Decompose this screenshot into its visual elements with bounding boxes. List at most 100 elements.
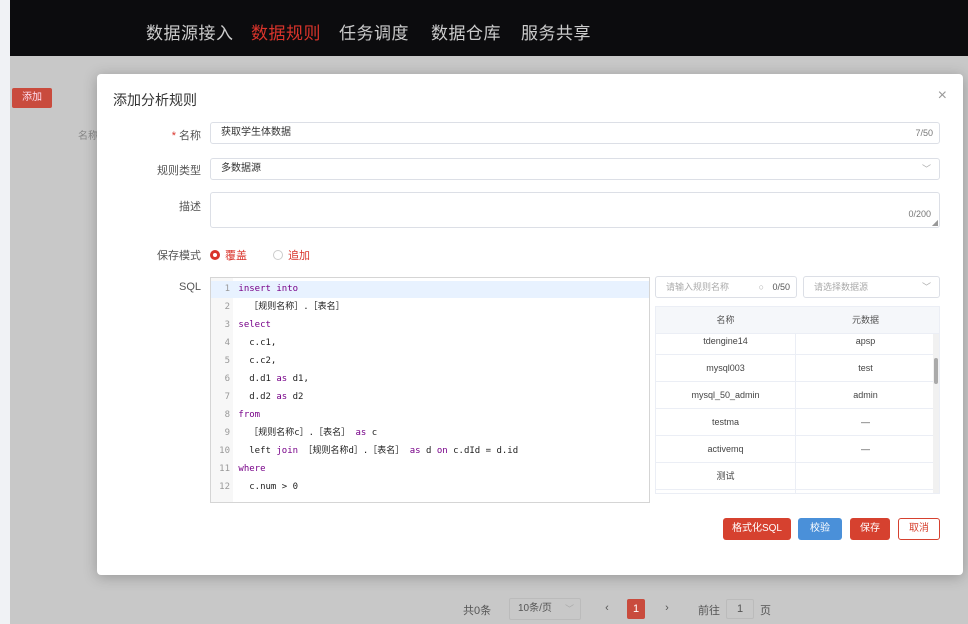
pagination-total: 共0条: [463, 605, 492, 617]
sql-keyword: join: [276, 446, 299, 456]
nav-item-data-warehouse[interactable]: 数据仓库: [431, 19, 501, 44]
column-header-name: 名称: [716, 315, 735, 325]
rule-name-search-input[interactable]: 请输入规则名称 ○ 0/50: [655, 276, 797, 298]
sql-keyword: select: [238, 320, 271, 330]
cell-metadata: admin: [853, 390, 878, 400]
radio-checked-icon: [210, 250, 220, 260]
format-sql-button[interactable]: 格式化SQL: [723, 518, 791, 540]
table-scrollbar[interactable]: [933, 334, 939, 493]
line-number: 5: [224, 356, 230, 366]
cell-name: mysql003: [706, 363, 745, 373]
sql-line: 7 d.d2 as d2: [211, 389, 649, 406]
sql-line: 3 select: [211, 317, 649, 334]
column-header-metadata: 元数据: [851, 315, 879, 325]
line-number: 4: [224, 338, 230, 348]
nav-item-data-rules[interactable]: 数据规则: [251, 19, 321, 44]
prev-page-button[interactable]: ‹: [596, 599, 618, 619]
description-label: 描述: [179, 201, 201, 213]
line-number: 7: [224, 392, 230, 402]
sql-text: ［规则名称c］.［表名］: [238, 428, 356, 438]
sql-text: c.c2,: [238, 356, 277, 366]
description-char-counter: 0/200: [908, 209, 931, 219]
chevron-down-icon: ﹀: [921, 164, 931, 174]
rule-type-select[interactable]: 多数据源 ﹀: [210, 158, 940, 180]
line-number: 11: [219, 464, 230, 474]
sql-label: SQL: [178, 281, 201, 293]
sql-line: 5 c.c2,: [211, 353, 649, 370]
validate-button[interactable]: 校验: [798, 518, 842, 540]
add-button[interactable]: 添加: [12, 88, 52, 108]
current-page-button[interactable]: 1: [627, 599, 645, 619]
sql-keyword: as: [355, 428, 367, 438]
sql-line: 11 where: [211, 461, 649, 478]
page-unit-label: 页: [760, 605, 771, 617]
rule-type-value: 多数据源: [221, 163, 261, 174]
chevron-down-icon: ﹀: [921, 282, 931, 292]
sql-text: ［规则名称d］.［表名］: [298, 446, 410, 456]
scrollbar-thumb[interactable]: [934, 358, 938, 384]
data-source-select[interactable]: 请选择数据源 ﹀: [803, 276, 940, 298]
radio-append[interactable]: 追加: [273, 247, 310, 263]
sql-line: 1 insert into: [211, 281, 649, 298]
nav-item-data-source[interactable]: 数据源接入: [146, 19, 234, 44]
line-number: 12: [219, 482, 230, 492]
page-size-select[interactable]: 10条/页 ﹀: [509, 598, 581, 620]
name-input[interactable]: 获取学生体数据 7/50: [210, 122, 940, 144]
radio-overwrite-label: 覆盖: [225, 250, 247, 262]
sql-line: 8 from: [211, 407, 649, 424]
cell-metadata: —: [861, 444, 870, 454]
sql-line: 4 c.c1,: [211, 335, 649, 352]
line-number: 1: [224, 284, 230, 294]
goto-label: 前往: [698, 605, 720, 617]
sql-line: 9 ［规则名称c］.［表名］ as c: [211, 425, 649, 442]
page-size-value: 10条/页: [518, 603, 552, 614]
table-header: 名称 元数据: [656, 307, 939, 334]
top-navbar: 数据源接入 数据规则 任务调度 数据仓库 服务共享: [10, 0, 968, 56]
sql-line: 12 c.num > 0: [211, 479, 649, 496]
sql-text: c.num > 0: [238, 482, 299, 492]
sql-keyword: as: [276, 374, 288, 384]
save-mode-label: 保存模式: [157, 250, 201, 262]
table-header-name: 名称: [78, 131, 98, 142]
radio-unchecked-icon: [273, 250, 283, 260]
sql-text: d: [420, 446, 437, 456]
sql-keyword: as: [276, 392, 288, 402]
add-rule-dialog: 添加分析规则 × * 名称 获取学生体数据 7/50 规则类型 多数据源 ﹀ 描述…: [97, 74, 963, 575]
save-button[interactable]: 保存: [850, 518, 890, 540]
line-number: 8: [224, 410, 230, 420]
sql-text: c.dId = d.id: [447, 446, 519, 456]
sql-keyword: as: [409, 446, 421, 456]
sql-line: 6 d.d1 as d1,: [211, 371, 649, 388]
sql-editor[interactable]: 1 insert into 2 ［规则名称］.［表名］ 3 select 4 c.c1…: [210, 277, 650, 503]
sql-text: d2: [287, 392, 304, 402]
data-source-table: 名称 元数据 mysqldefaulttdengine14apspmysql00…: [655, 306, 940, 494]
line-number: 6: [224, 374, 230, 384]
sql-text: d.d2: [238, 392, 277, 402]
name-label: * 名称: [97, 127, 201, 143]
sql-keyword: insert into: [238, 284, 299, 294]
cell-metadata: test: [858, 363, 873, 373]
close-icon[interactable]: ×: [938, 87, 947, 105]
next-page-button[interactable]: ›: [656, 599, 678, 619]
sql-text: c.c1,: [238, 338, 277, 348]
goto-page-input[interactable]: 1: [726, 599, 754, 619]
sql-keyword: where: [238, 464, 266, 474]
line-number: 2: [224, 302, 230, 312]
cell-metadata: —: [861, 417, 870, 427]
description-textarea[interactable]: 0/200 ◢: [210, 192, 940, 228]
sql-keyword: from: [238, 410, 261, 420]
cell-name: mysql_50_admin: [691, 390, 760, 400]
cancel-button[interactable]: 取消: [898, 518, 940, 540]
cell-name: 测试: [716, 471, 735, 481]
nav-item-task-scheduling[interactable]: 任务调度: [339, 19, 409, 44]
resize-handle-icon[interactable]: ◢: [932, 219, 938, 227]
line-number: 10: [219, 446, 230, 456]
nav-item-service-sharing[interactable]: 服务共享: [521, 19, 591, 44]
data-source-placeholder: 请选择数据源: [814, 282, 869, 292]
cell-name: activemq: [707, 444, 744, 454]
radio-overwrite[interactable]: 覆盖: [210, 247, 247, 263]
required-asterisk: *: [171, 130, 176, 142]
sql-text: d1,: [287, 374, 309, 384]
line-number: 9: [224, 428, 230, 438]
cell-metadata: [796, 463, 935, 490]
